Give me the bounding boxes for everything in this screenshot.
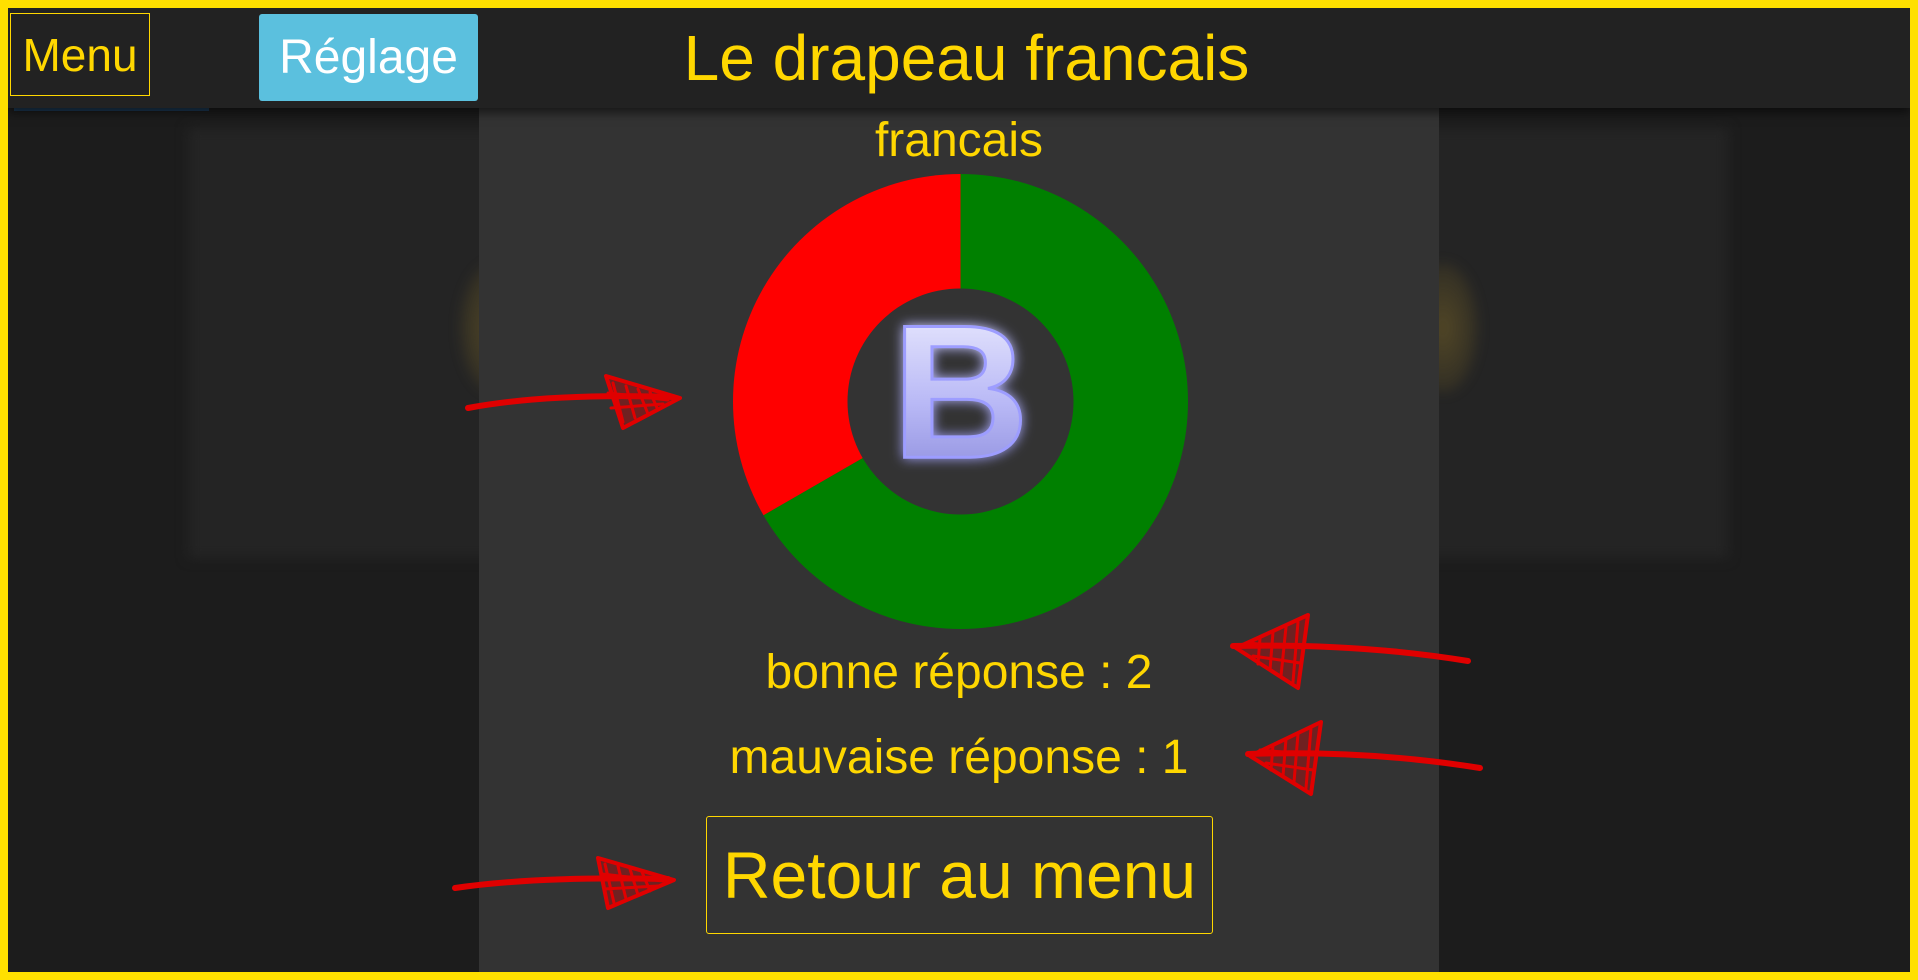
app-frame: Menu Réglage Le drapeau francais francai… — [8, 8, 1910, 972]
quiz-category-label: francais — [874, 114, 1044, 167]
bad-answers-count: mauvaise réponse : 1 — [729, 731, 1189, 784]
top-navbar: Menu Réglage Le drapeau francais — [8, 8, 1910, 108]
results-donut-chart: B — [733, 174, 1188, 629]
return-to-menu-button[interactable]: Retour au menu — [706, 816, 1213, 934]
page-title: Le drapeau francais — [683, 22, 1250, 94]
menu-button[interactable]: Menu — [10, 13, 150, 96]
good-answers-count: bonne réponse : 2 — [765, 646, 1153, 699]
results-panel: francais B bonne réponse: 2 mauvaise ré… — [479, 108, 1439, 972]
settings-button[interactable]: Réglage — [259, 14, 478, 101]
grade-letter-icon: B — [892, 286, 1029, 498]
menu-active-indicator — [14, 108, 209, 111]
